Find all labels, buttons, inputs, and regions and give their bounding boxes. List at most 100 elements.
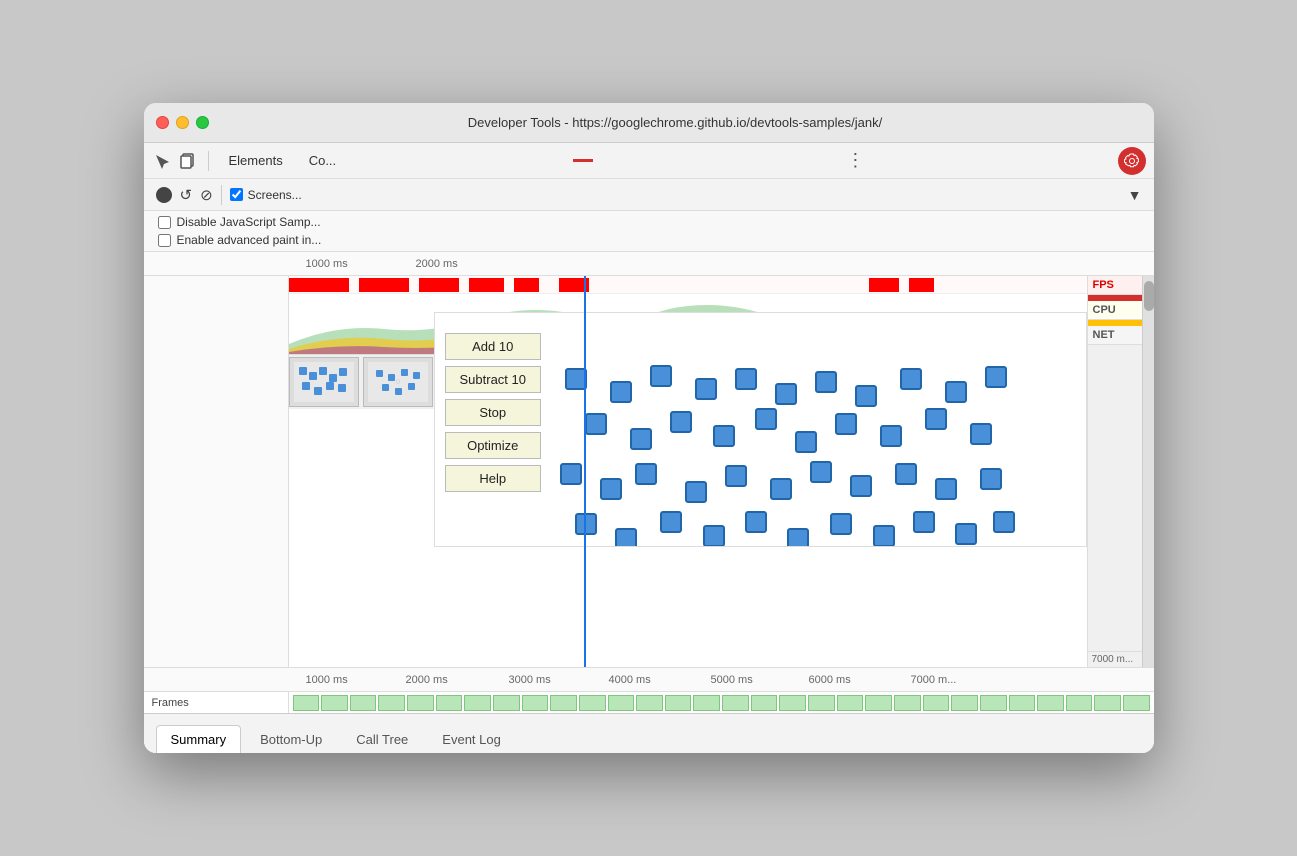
blue-sq [850, 475, 872, 497]
blue-sq [630, 428, 652, 450]
frame-19 [808, 695, 835, 711]
frame-1 [293, 695, 320, 711]
screenshot-0[interactable] [289, 357, 359, 407]
frame-6 [436, 695, 463, 711]
btick-6000: 6000 ms [809, 674, 851, 686]
btick-1000: 1000 ms [306, 674, 348, 686]
fps-row [289, 276, 1087, 294]
minimize-button[interactable] [176, 116, 189, 129]
cursor-icon[interactable] [152, 151, 172, 171]
disable-js-checkbox[interactable] [158, 216, 171, 229]
toolbar-divider-1 [208, 151, 209, 171]
tab-bottom-up[interactable]: Bottom-Up [245, 725, 337, 753]
blue-sq [993, 511, 1015, 533]
timeline-body: ◌ [144, 276, 1154, 667]
tab-event-log[interactable]: Event Log [427, 725, 516, 753]
fps-label: FPS [1088, 276, 1142, 295]
blue-sq [945, 381, 967, 403]
add-10-button[interactable]: Add 10 [445, 333, 542, 360]
enable-paint-checkbox[interactable] [158, 234, 171, 247]
settings-button[interactable] [1118, 147, 1146, 175]
frame-25 [980, 695, 1007, 711]
btick-3000: 3000 ms [509, 674, 551, 686]
frame-23 [923, 695, 950, 711]
btick-5000: 5000 ms [711, 674, 753, 686]
blue-sq [695, 378, 717, 400]
blue-sq [775, 383, 797, 405]
frame-14 [665, 695, 692, 711]
tick-2000: 2000 ms [416, 258, 458, 270]
blue-sq [745, 511, 767, 533]
frame-29 [1094, 695, 1121, 711]
right-panel: FPS CPU NET 7000 m... [1087, 276, 1142, 667]
record-button[interactable] [156, 187, 172, 203]
cursor-line [584, 276, 586, 667]
frame-5 [407, 695, 434, 711]
devtools-body: Elements Co... ⋮ ↺ ⊘ Screens... [144, 143, 1154, 753]
frame-2 [321, 695, 348, 711]
traffic-lights [156, 116, 209, 129]
screenshot-1[interactable]: ◌ [363, 357, 433, 407]
blue-sq [873, 525, 895, 547]
blue-sq [980, 468, 1002, 490]
net-spacer [1088, 345, 1142, 651]
blue-sq [895, 463, 917, 485]
frame-7 [464, 695, 491, 711]
close-button[interactable] [156, 116, 169, 129]
frame-3 [350, 695, 377, 711]
main-timeline[interactable]: ◌ [289, 276, 1087, 667]
blue-sq [735, 368, 757, 390]
blue-sq [985, 366, 1007, 388]
blue-sq [810, 461, 832, 483]
frames-label: Frames [144, 692, 289, 713]
fps-red-5 [514, 278, 539, 292]
fps-red-3 [419, 278, 459, 292]
window-title: Developer Tools - https://googlechrome.g… [209, 115, 1142, 130]
frame-9 [522, 695, 549, 711]
tick-1000: 1000 ms [306, 258, 348, 270]
screenshots-checkbox-label[interactable]: Screens... [230, 188, 302, 202]
scrollbar-thumb[interactable] [1144, 281, 1154, 311]
blue-squares-container: ↖ [435, 363, 1086, 546]
timeline-scrollbar[interactable] [1142, 276, 1154, 667]
btick-2000: 2000 ms [406, 674, 448, 686]
copy-icon[interactable] [178, 151, 198, 171]
options-bar: Disable JavaScript Samp... Enable advanc… [144, 211, 1154, 252]
tab-call-tree[interactable]: Call Tree [341, 725, 423, 753]
tab-summary[interactable]: Summary [156, 725, 242, 753]
tabs-bar: Summary Bottom-Up Call Tree Event Log [144, 713, 1154, 753]
top-toolbar: Elements Co... ⋮ [144, 143, 1154, 179]
page-overlay[interactable]: Add 10 Subtract 10 Stop Optimize Help [434, 312, 1087, 547]
reload-button[interactable]: ↺ [180, 186, 193, 204]
blue-sq [770, 478, 792, 500]
frame-16 [722, 695, 749, 711]
frame-30 [1123, 695, 1150, 711]
blue-sq [855, 385, 877, 407]
blue-sq [787, 528, 809, 547]
frames-bar-container: Frames [144, 691, 1154, 713]
timeline-container: 1000 ms 2000 ms [144, 252, 1154, 713]
frame-4 [378, 695, 405, 711]
more-tabs-button[interactable]: ⋮ [840, 150, 870, 171]
blue-sq [600, 478, 622, 500]
blue-sq [955, 523, 977, 545]
blue-sq [585, 413, 607, 435]
fps-red-7 [869, 278, 899, 292]
side-labels [144, 276, 289, 667]
blue-sq [615, 528, 637, 547]
disable-js-label: Disable JavaScript Samp... [177, 215, 321, 229]
cancel-button[interactable]: ⊘ [200, 186, 213, 204]
blue-sq [685, 481, 707, 503]
title-bar: Developer Tools - https://googlechrome.g… [144, 103, 1154, 143]
enable-paint-row: Enable advanced paint in... [158, 233, 1140, 247]
chevron-down-icon[interactable]: ▼ [1128, 187, 1142, 203]
blue-sq [880, 425, 902, 447]
time-ruler-top: 1000 ms 2000 ms [144, 252, 1154, 276]
page-content: Add 10 Subtract 10 Stop Optimize Help [435, 313, 1086, 546]
screenshots-checkbox[interactable] [230, 188, 243, 201]
blue-sq [970, 423, 992, 445]
time-7000: 7000 m... [1088, 651, 1142, 667]
maximize-button[interactable] [196, 116, 209, 129]
tab-elements[interactable]: Elements [219, 149, 293, 172]
tab-console[interactable]: Co... [299, 149, 346, 172]
